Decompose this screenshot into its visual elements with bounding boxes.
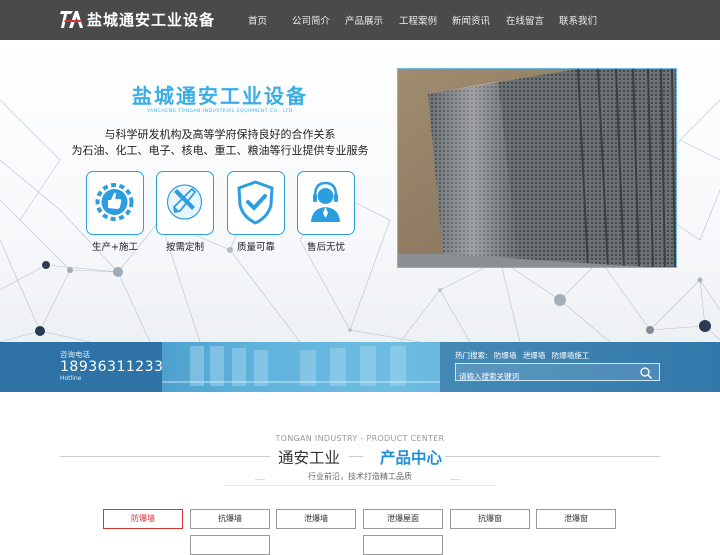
feature-production-label: 生产+施工 <box>92 242 138 253</box>
search-box <box>455 363 660 385</box>
pencil-ruler-icon <box>166 184 203 220</box>
hot-keyword-1[interactable]: 防爆墙 <box>494 351 517 360</box>
tab-row2-item-2[interactable] <box>363 535 443 555</box>
hot-search: 热门搜索: 防爆墙 泄爆墙 防爆墙施工 <box>455 350 593 361</box>
search-input[interactable] <box>456 368 636 385</box>
feature-production <box>86 171 144 235</box>
feature-custom-label: 按需定制 <box>165 242 204 253</box>
product-photo <box>397 68 677 268</box>
banner-slogan-2: 为石油、化工、电子、核电、重工、粮油等行业提供专业服务 <box>71 144 369 157</box>
nav-item-cases[interactable]: 工程案例 <box>399 13 437 27</box>
tab-explosion-proof-wall[interactable]: 防爆墙 <box>103 509 183 529</box>
nav-item-about[interactable]: 公司简介 <box>292 13 330 27</box>
title-part-a: 通安工业 <box>278 449 341 467</box>
feature-quality <box>227 171 285 235</box>
feature-service <box>297 171 355 235</box>
nav-item-products[interactable]: 产品展示 <box>345 13 383 27</box>
headset-agent-icon <box>311 181 340 222</box>
hot-keyword-3[interactable]: 防爆墙施工 <box>552 351 590 360</box>
product-center-english: TONGAN INDUSTRY - PRODUCT CENTER <box>275 434 445 443</box>
contact-search-bar: 咨询电话 18936311233 Hotline 热门搜索: 防爆墙 泄爆墙 防… <box>0 342 720 392</box>
product-center-desc: 行业前沿，技术打造精工品质 <box>308 472 412 481</box>
banner-slogan-1: 与科学研发机构及高等学府保持良好的合作关系 <box>104 128 336 141</box>
tab-row2-item-1[interactable] <box>190 535 270 555</box>
feature-service-label: 售后无忧 <box>306 242 345 253</box>
nav-item-message[interactable]: 在线留言 <box>506 13 544 27</box>
perforated-panel-photo <box>398 69 676 267</box>
tab-explosion-vent-wall[interactable]: 泄爆墙 <box>276 509 356 529</box>
search-icon[interactable] <box>639 366 653 380</box>
hot-keyword-2[interactable]: 泄爆墙 <box>523 351 546 360</box>
banner-subtitle: YANCHENG TONGAN INDUSTRIAL EQUIPMENT CO.… <box>147 109 293 114</box>
site-logo[interactable]: 盐城通安工业设备 <box>60 8 215 30</box>
tab-blast-resistant-wall[interactable]: 抗爆墙 <box>190 509 270 529</box>
top-navbar: 盐城通安工业设备 首页 公司简介 产品展示 工程案例 新闻资讯 在线留言 联系我… <box>0 0 720 40</box>
tab-explosion-vent-roof[interactable]: 泄爆屋面 <box>363 509 443 529</box>
nav-item-contact[interactable]: 联系我们 <box>559 13 597 27</box>
desc-underline <box>225 485 495 486</box>
logo-mark-icon <box>60 8 84 30</box>
banner-title: 盐城通安工业设备 <box>132 84 308 108</box>
feature-custom <box>156 171 214 235</box>
hot-search-label: 热门搜索: <box>455 351 488 360</box>
hero-banner: 盐城通安工业设备 YANCHENG TONGAN INDUSTRIAL EQUI… <box>0 40 720 342</box>
desc-tick-right <box>450 479 460 480</box>
tab-blast-resistant-window[interactable]: 抗爆窗 <box>450 509 530 529</box>
title-part-b: 产品中心 <box>379 449 442 467</box>
product-center-title: 通安工业 产品中心 <box>0 446 720 468</box>
tab-explosion-vent-window[interactable]: 泄爆窗 <box>536 509 616 529</box>
hotline-label: Hotline <box>60 375 82 382</box>
feature-quality-label: 质量可靠 <box>236 242 275 253</box>
nav-item-home[interactable]: 首页 <box>248 13 267 27</box>
phone-number[interactable]: 18936311233 <box>60 359 163 375</box>
logo-text: 盐城通安工业设备 <box>87 10 216 29</box>
nav-item-news[interactable]: 新闻资讯 <box>452 13 490 27</box>
thumbs-up-gear-icon <box>95 183 134 221</box>
shield-check-icon <box>237 180 274 225</box>
desc-tick-left <box>255 479 265 480</box>
